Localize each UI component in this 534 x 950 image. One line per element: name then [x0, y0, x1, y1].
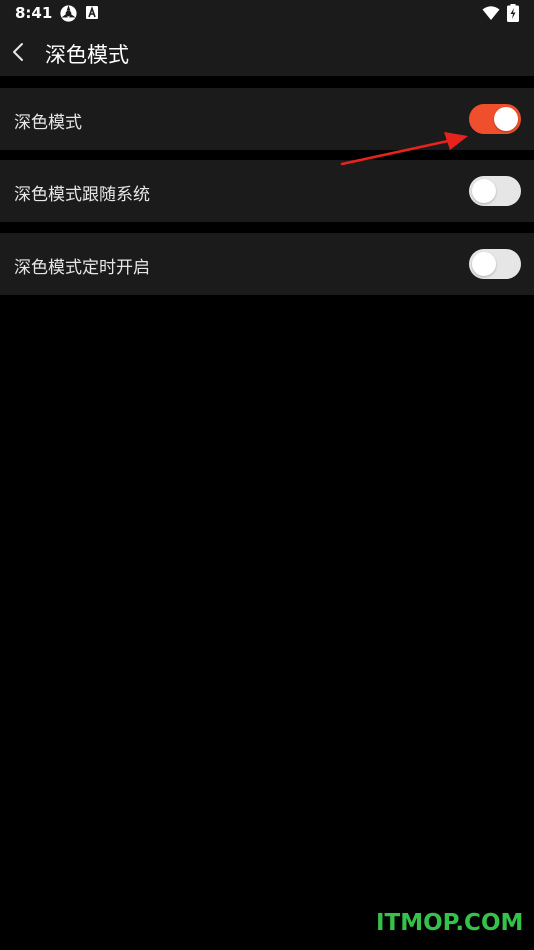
page-title: 深色模式: [45, 43, 129, 67]
dark-mode-toggle[interactable]: [469, 104, 521, 134]
scheduled-toggle[interactable]: [469, 249, 521, 279]
toggle-knob: [472, 179, 496, 203]
toggle-knob: [494, 107, 518, 131]
wifi-icon: [482, 6, 500, 20]
toggle-knob: [472, 252, 496, 276]
setting-row-scheduled[interactable]: 深色模式定时开启: [0, 233, 534, 295]
follow-system-toggle[interactable]: [469, 176, 521, 206]
watermark: ITMOP.COM: [376, 910, 524, 936]
setting-label: 深色模式定时开启: [14, 258, 150, 278]
setting-label: 深色模式跟随系统: [14, 185, 150, 205]
notification-a-icon: [86, 6, 98, 19]
setting-label: 深色模式: [14, 113, 82, 133]
battery-charging-icon: [507, 4, 519, 22]
sync-icon: [60, 5, 77, 22]
app-bar: 深色模式: [0, 28, 534, 76]
back-button[interactable]: [6, 38, 30, 66]
chevron-left-icon: [13, 43, 23, 61]
annotation-arrow-icon: [340, 132, 468, 166]
status-time: 8:41: [15, 4, 53, 22]
status-bar: 8:41: [0, 0, 534, 28]
